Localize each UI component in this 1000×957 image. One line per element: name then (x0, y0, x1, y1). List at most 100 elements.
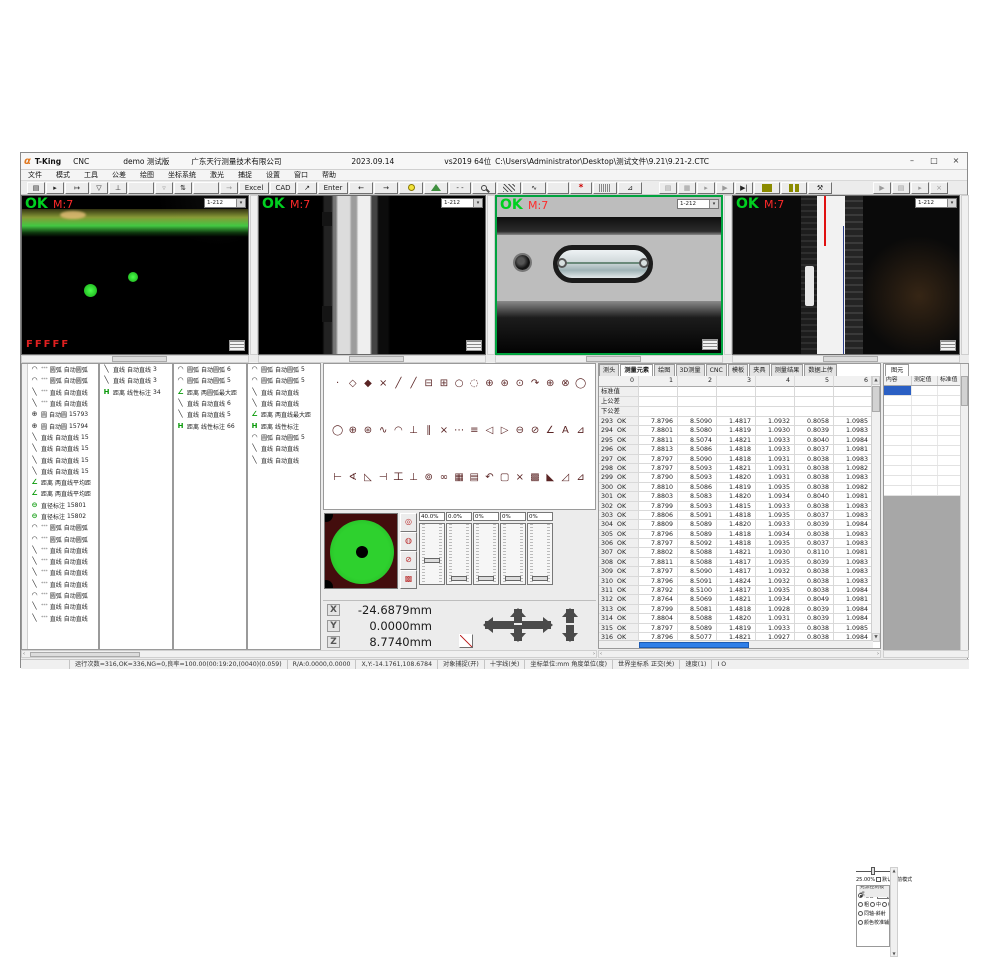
element-panel-scrollbar[interactable] (960, 364, 968, 658)
measure-item[interactable]: ∠距离两直线平均距 (22, 477, 98, 488)
light-slider-track[interactable] (419, 523, 445, 585)
measure-item[interactable]: ╲***直线自动直线 (22, 601, 98, 612)
measure-item[interactable]: ╲直线自动直线 (248, 454, 320, 465)
measure-item[interactable]: ◠***圆弧自动圆弧 (22, 522, 98, 533)
tool-gear-button[interactable]: ⚒ (808, 182, 832, 194)
run-save-button[interactable]: ▤ (659, 182, 677, 194)
tool-icon[interactable]: ⊟ (421, 376, 436, 391)
tool-icon[interactable]: ↶ (482, 470, 497, 485)
tool-icon[interactable]: ⊿ (573, 470, 588, 485)
tool-icon[interactable]: ∢ (345, 470, 360, 485)
tab-数据上传[interactable]: 数据上传 (804, 364, 837, 376)
table-row[interactable]: 314OK7.88048.50881.48201.09310.80391.098… (599, 614, 873, 623)
tool-icon[interactable]: ○ (452, 376, 467, 391)
measure-item[interactable]: ◠圆弧自动圆弧5 (248, 432, 320, 443)
table-row[interactable]: 297OK7.87978.50901.48181.09310.80381.098… (599, 455, 873, 464)
measure-item[interactable]: ╲直线自动直线6 (174, 398, 246, 409)
z-updown-button[interactable]: ⇅ (174, 182, 192, 194)
image-view-button[interactable] (424, 182, 448, 194)
measure-item[interactable]: ╲***直线自动直线 (22, 387, 98, 398)
table-row[interactable]: 311OK7.87928.51001.48171.09350.80381.098… (599, 586, 873, 595)
radio-fine[interactable] (882, 902, 887, 907)
tool-icon[interactable]: ◆ (360, 376, 375, 391)
light-icon-button-1[interactable]: ◎ (400, 513, 417, 532)
light-icon-button-3[interactable]: ⊘ (400, 551, 417, 570)
element-row[interactable] (884, 436, 962, 446)
table-pane-hscrollbar[interactable]: ‹› (598, 650, 881, 658)
tool-icon[interactable]: ◌ (467, 376, 482, 391)
tool-icon[interactable]: ◠ (391, 423, 406, 438)
table-row[interactable]: 305OK7.87968.50891.48181.09340.80381.098… (599, 530, 873, 539)
blank-3-button[interactable] (547, 182, 569, 194)
tool-icon[interactable]: ▷ (497, 423, 512, 438)
measure-item[interactable]: ╲***直线自动直线 (22, 613, 98, 624)
camera-vscrollbar[interactable] (250, 195, 258, 355)
tool-icon[interactable]: A (558, 423, 573, 438)
right-pane-hscrollbar[interactable] (883, 650, 969, 658)
diagonal-move-button[interactable] (459, 634, 473, 648)
tab-模板[interactable]: 模板 (728, 364, 748, 376)
radio-medium[interactable] (870, 902, 875, 907)
tool-icon[interactable]: ↷ (527, 376, 542, 391)
measure-item[interactable]: ∠距离两直线平均距 (22, 488, 98, 499)
blank-2-button[interactable] (193, 182, 219, 194)
chart-button[interactable]: ⊿ (618, 182, 642, 194)
ring-light-indicator[interactable] (324, 513, 398, 589)
tab-element[interactable]: 图元 (885, 364, 909, 376)
play-button[interactable]: ▶ (716, 182, 734, 194)
camera-selector[interactable]: 1-212▾ (915, 198, 957, 208)
tool-icon[interactable]: ╱ (391, 376, 406, 391)
camera-adjust-icon[interactable] (229, 340, 245, 351)
light-panel-scrollbar[interactable]: ▲▼ (890, 867, 898, 957)
chevron-down-icon[interactable]: ▾ (709, 200, 718, 208)
tool-icon[interactable]: ╱ (406, 376, 421, 391)
pen-button[interactable]: ↗ (297, 182, 317, 194)
table-row[interactable]: 312OK7.87648.50691.48211.09340.80491.098… (599, 595, 873, 604)
tool-icon[interactable]: ◯ (330, 423, 345, 438)
camera-adjust-icon[interactable] (466, 340, 482, 351)
tool-icon[interactable]: ∥ (421, 423, 436, 438)
menu-item-模式[interactable]: 模式 (49, 170, 77, 180)
menu-item-文件[interactable]: 文件 (21, 170, 49, 180)
maximize-button[interactable]: □ (923, 153, 945, 170)
measure-item[interactable]: ◠圆弧自动圆弧5 (174, 375, 246, 386)
element-row[interactable] (884, 426, 962, 436)
tool-icon[interactable]: ◁ (482, 423, 497, 438)
light-slider-track[interactable] (527, 523, 553, 585)
tool-icon[interactable]: ⊙ (512, 376, 527, 391)
light-slider-track[interactable] (473, 523, 499, 585)
element-row[interactable] (884, 476, 962, 486)
radio-coaxial[interactable] (858, 911, 863, 916)
light-slider-thumb[interactable] (505, 576, 521, 581)
table-special-row[interactable]: 标准值 (599, 387, 873, 397)
delete-tool-button[interactable]: × (930, 182, 948, 194)
camera-hscrollbar[interactable] (258, 355, 486, 363)
tool-icon[interactable]: ⊗ (558, 376, 573, 391)
pattern-button[interactable] (497, 182, 521, 194)
tool-icon[interactable]: ⊕ (345, 423, 360, 438)
table-special-row[interactable]: 下公差 (599, 407, 873, 417)
table-row[interactable]: 304OK7.88098.50891.48201.09330.80391.098… (599, 520, 873, 529)
camera-selector[interactable]: 1-212▾ (204, 198, 246, 208)
camera-panel-3-selected[interactable]: OK M:7 1-212▾ (495, 195, 732, 363)
red-star-button[interactable]: * (570, 182, 592, 194)
table-row[interactable]: 315OK7.87978.50891.48191.09330.80381.098… (599, 624, 873, 633)
tool-icon[interactable]: ⊞ (436, 376, 451, 391)
camera-panel-4[interactable]: OK M:7 1-212▾ (732, 195, 969, 363)
element-row[interactable] (884, 386, 962, 396)
zoom-tool-button[interactable] (472, 182, 496, 194)
measure-item[interactable]: ◠圆弧自动圆弧5 (248, 375, 320, 386)
light-slider-thumb[interactable] (451, 576, 467, 581)
tool-icon[interactable]: ▦ (452, 470, 467, 485)
stop-button[interactable] (754, 182, 780, 194)
chevron-down-icon[interactable]: ▾ (473, 199, 482, 207)
tab-绘图[interactable]: 绘图 (654, 364, 674, 376)
tool-icon[interactable]: ∠ (543, 423, 558, 438)
tab-夹具[interactable]: 夹具 (749, 364, 769, 376)
measure-item[interactable]: ╲直线自动直线5 (174, 409, 246, 420)
measure-item[interactable]: ◠***圆弧自动圆弧 (22, 375, 98, 386)
menu-item-激光[interactable]: 激光 (203, 170, 231, 180)
element-row[interactable] (884, 416, 962, 426)
table-row[interactable]: 295OK7.88118.50741.48211.09330.80401.098… (599, 436, 873, 445)
cad-export-button[interactable]: CAD (270, 182, 296, 194)
